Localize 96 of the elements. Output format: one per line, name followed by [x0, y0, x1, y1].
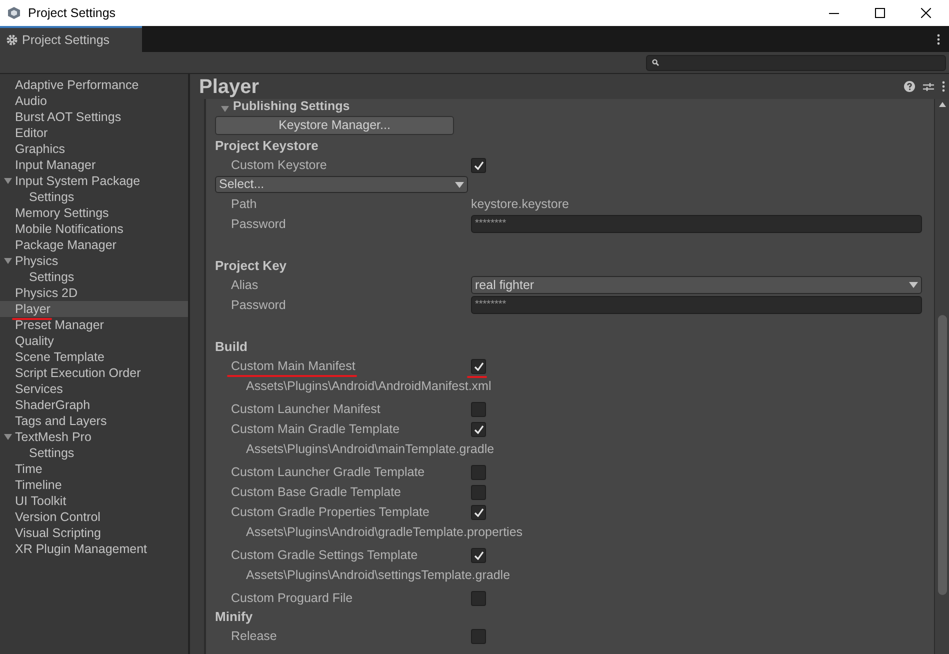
checkmark-icon	[474, 160, 484, 170]
close-icon	[921, 8, 931, 18]
field-label: Password	[231, 298, 286, 312]
keystore-manager-button[interactable]: Keystore Manager...	[215, 116, 454, 134]
checkbox[interactable]	[471, 504, 486, 520]
sidebar-item[interactable]: Physics	[0, 253, 188, 269]
more-options-icon[interactable]	[937, 34, 940, 44]
field-label: Custom Gradle Settings Template	[231, 548, 418, 562]
sidebar-item[interactable]: Package Manager	[0, 237, 188, 253]
app-logo-icon	[7, 6, 21, 20]
field-label: Custom Launcher Manifest	[231, 402, 380, 416]
file-path: Assets\Plugins\Android\mainTemplate.gradle	[246, 441, 494, 458]
search-field[interactable]	[646, 54, 946, 70]
sidebar-item[interactable]: Services	[0, 381, 188, 397]
sidebar-item[interactable]: Timeline	[0, 477, 188, 493]
checkbox[interactable]	[471, 464, 486, 480]
sidebar-item[interactable]: Time	[0, 461, 188, 477]
sidebar-item[interactable]: Player	[0, 301, 188, 317]
field-label: Custom Keystore	[231, 158, 327, 172]
checkmark-icon	[474, 424, 484, 434]
sidebar-item[interactable]: Input Manager	[0, 157, 188, 173]
field-label: Release	[231, 629, 277, 643]
field-value: keystore.keystore	[471, 196, 569, 213]
sidebar-item[interactable]: Script Execution Order	[0, 365, 188, 381]
sidebar-item[interactable]: Adaptive Performance	[0, 77, 188, 93]
field-label: Custom Main Manifest	[231, 359, 356, 373]
password-field[interactable]: ********	[471, 296, 922, 314]
group-heading: Minify	[215, 608, 253, 626]
sidebar-item[interactable]: Settings	[0, 445, 188, 461]
sidebar-item[interactable]: Preset Manager	[0, 317, 188, 333]
sidebar-item[interactable]: Burst AOT Settings	[0, 109, 188, 125]
group-heading: Project Key	[215, 257, 287, 275]
checkbox[interactable]	[471, 484, 486, 500]
password-field[interactable]: ********	[471, 215, 922, 233]
file-path: Assets\Plugins\Android\settingsTemplate.gradle	[246, 567, 510, 584]
file-path: Assets\Plugins\Android\gradleTemplate.properties	[246, 524, 523, 542]
sidebar-item[interactable]: Mobile Notifications	[0, 221, 188, 237]
sidebar-item[interactable]: TextMesh Pro	[0, 429, 188, 445]
gear-icon	[6, 34, 18, 46]
sidebar-item[interactable]: UI Toolkit	[0, 493, 188, 509]
checkmark-icon	[474, 550, 484, 560]
settings-sliders-icon[interactable]	[923, 82, 934, 92]
sidebar-item[interactable]: Tags and Layers	[0, 413, 188, 429]
alias-dropdown[interactable]: real fighter	[471, 276, 922, 294]
checkbox[interactable]	[471, 358, 486, 374]
checkbox[interactable]	[471, 548, 486, 562]
checkbox[interactable]	[471, 590, 486, 606]
sidebar-item[interactable]: Input System Package	[0, 173, 188, 189]
group-heading: Build	[215, 338, 248, 356]
sidebar-item[interactable]: Visual Scripting	[0, 525, 188, 541]
sidebar-item[interactable]: Graphics	[0, 141, 188, 157]
minimize-icon	[829, 12, 839, 14]
maximize-icon	[875, 8, 885, 18]
expanded-arrow-icon[interactable]	[221, 105, 229, 113]
sidebar-item[interactable]: Settings	[0, 189, 188, 205]
field-label: Custom Gradle Properties Template	[231, 505, 430, 519]
sidebar-item[interactable]: ShaderGraph	[0, 397, 188, 413]
expanded-arrow-icon[interactable]	[4, 177, 12, 185]
sidebar-item[interactable]: Memory Settings	[0, 205, 188, 221]
sidebar-item[interactable]: Version Control	[0, 509, 188, 525]
sidebar-item[interactable]: Physics 2D	[0, 285, 188, 301]
checkbox[interactable]	[471, 402, 486, 416]
field-label: Custom Proguard File	[231, 591, 353, 605]
select-dropdown[interactable]: Select...	[215, 176, 468, 193]
field-label: Path	[231, 197, 257, 211]
expanded-arrow-icon[interactable]	[4, 257, 12, 265]
panel-title: Player	[199, 76, 260, 96]
search-icon	[652, 59, 659, 66]
checkbox[interactable]	[471, 158, 486, 172]
field-label: Alias	[231, 278, 258, 292]
caret-icon	[909, 282, 918, 288]
sidebar-item[interactable]: Settings	[0, 269, 188, 285]
group-heading: Project Keystore	[215, 137, 318, 155]
checkmark-icon	[474, 508, 484, 516]
sidebar-item[interactable]: Editor	[0, 125, 188, 141]
expanded-arrow-icon[interactable]	[4, 433, 12, 441]
checkmark-icon	[474, 362, 484, 370]
field-label: Custom Base Gradle Template	[231, 485, 401, 499]
scroll-up-arrow-icon[interactable]	[938, 102, 946, 107]
sidebar-item[interactable]: Audio	[0, 93, 188, 109]
help-icon[interactable]	[904, 81, 915, 92]
field-label: Password	[231, 217, 286, 231]
sidebar-item[interactable]: Quality	[0, 333, 188, 349]
caret-icon	[455, 182, 464, 188]
annotation-underline	[467, 376, 487, 378]
sidebar-item[interactable]: Scene Template	[0, 349, 188, 365]
field-label: Custom Main Gradle Template	[231, 422, 400, 436]
checkbox[interactable]	[471, 628, 486, 644]
file-path: Assets\Plugins\Android\AndroidManifest.xml	[246, 378, 492, 396]
more-options-icon[interactable]	[942, 81, 945, 92]
sidebar-item[interactable]: XR Plugin Management	[0, 541, 188, 557]
checkbox[interactable]	[471, 422, 486, 436]
editor-tab[interactable]: Project Settings	[0, 26, 142, 52]
section-title: Publishing Settings	[233, 99, 350, 113]
field-label: Custom Launcher Gradle Template	[231, 465, 425, 479]
window-title: Project Settings	[28, 4, 116, 22]
